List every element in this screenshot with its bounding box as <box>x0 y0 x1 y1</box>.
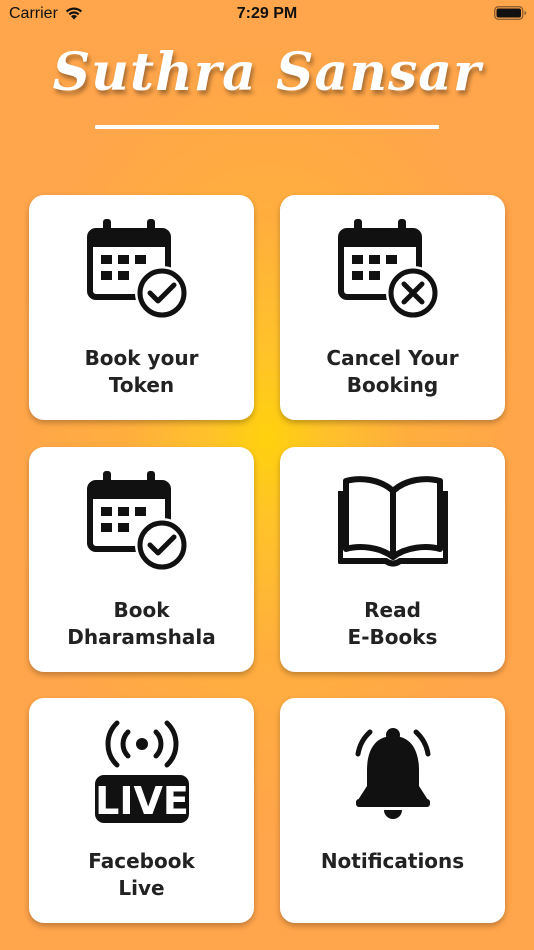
app-title: Suthra Sansar <box>52 42 482 103</box>
facebook-live-label: Facebook Live <box>88 849 195 900</box>
title-underline <box>95 125 439 129</box>
battery-icon <box>494 6 527 20</box>
bell-icon <box>355 728 430 819</box>
open-book-icon <box>337 476 448 567</box>
live-broadcast-icon: LIVE <box>94 720 189 823</box>
notifications-label: Notifications <box>320 849 465 873</box>
cancel-booking-label: Cancel Your Booking <box>326 346 459 397</box>
calendar-check-icon <box>86 219 189 320</box>
status-bar: Carrier 7:29 PM <box>0 0 534 30</box>
clock-time: 7:29 PM <box>236 5 298 22</box>
read-ebooks-button[interactable]: Read E-Books <box>280 447 505 672</box>
cancel-booking-button[interactable]: Cancel Your Booking <box>280 195 505 420</box>
calendar-cancel-icon <box>337 219 440 320</box>
book-dharamshala-label: Book Dharamshala <box>67 598 216 649</box>
read-ebooks-label: Read E-Books <box>347 598 438 649</box>
book-token-button[interactable]: Book your Token <box>29 195 254 420</box>
calendar-check-icon <box>86 471 189 572</box>
book-dharamshala-button[interactable]: Book Dharamshala <box>29 447 254 672</box>
notifications-button[interactable]: Notifications <box>280 698 505 923</box>
facebook-live-button[interactable]: LIVE Facebook Live <box>29 698 254 923</box>
svg-text:LIVE: LIVE <box>95 779 189 823</box>
book-token-label: Book your Token <box>84 346 199 397</box>
